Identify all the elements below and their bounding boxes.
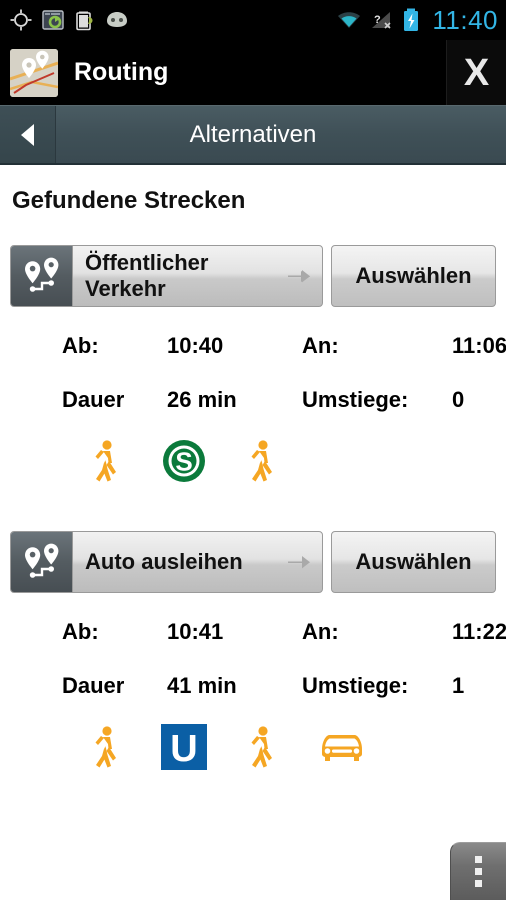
routing-map-icon (10, 48, 58, 97)
ubahn-icon: U (160, 723, 208, 771)
wifi-icon (338, 12, 361, 28)
svg-text:U: U (170, 728, 197, 770)
depart-label: Ab: (62, 619, 99, 644)
status-bar-left-icons (10, 9, 130, 31)
battery-leaf-icon (76, 11, 93, 31)
route-arrow-icon (286, 267, 322, 285)
page-title: Gefundene Strecken (12, 187, 246, 214)
app-bar: Routing X (0, 40, 506, 105)
select-button-1[interactable]: Auswählen (331, 245, 496, 307)
route-name-2: Auto ausleihen (85, 549, 243, 575)
navigation-bar: Alternativen (0, 105, 506, 165)
route-block-1: Öffentlicher Verkehr Auswählen Ab: 10:40… (10, 245, 506, 485)
sbahn-icon: S (160, 437, 208, 485)
route-block-2: Auto ausleihen Auswählen Ab: 10:41 An: 1… (10, 531, 506, 771)
transfers-label: Umstiege: (302, 387, 409, 412)
arrive-label: An: (302, 619, 339, 644)
cyanogenmod-icon (107, 12, 127, 27)
depart-value-2: 10:41 (167, 619, 224, 644)
overflow-menu-button[interactable] (450, 842, 506, 900)
gps-crosshair-icon (10, 9, 32, 31)
mode-row-1: S (10, 437, 496, 485)
duration-label: Dauer (62, 673, 125, 698)
route-button-2[interactable]: Auto ausleihen (10, 531, 323, 593)
svg-text:?: ? (374, 14, 381, 26)
arrive-value-2: 11:22 (452, 619, 506, 644)
route-button-1[interactable]: Öffentlicher Verkehr (10, 245, 323, 307)
transfers-label: Umstiege: (302, 673, 409, 698)
walk-icon (82, 437, 130, 485)
battery-charging-icon (404, 8, 419, 31)
route-details-2: Ab: 10:41 An: 11:22 Dauer 41 min Umstieg… (10, 619, 506, 699)
arrive-label: An: (302, 333, 339, 358)
route-header-2: Auto ausleihen Auswählen (10, 531, 496, 593)
menu-dot-icon (475, 880, 482, 887)
transfers-value-2: 1 (452, 673, 465, 698)
duration-value-2: 41 min (167, 673, 237, 698)
back-button[interactable] (0, 106, 56, 163)
app-title: Routing (74, 58, 169, 86)
walk-icon (82, 723, 130, 771)
close-button[interactable]: X (446, 40, 506, 105)
status-bar-right-icons: ? 11:40 (336, 5, 498, 36)
arrive-value-1: 11:06 (452, 333, 506, 358)
route-name-1: Öffentlicher Verkehr (85, 250, 209, 301)
route-arrow-icon (286, 553, 322, 571)
depart-label: Ab: (62, 333, 99, 358)
route-header-1: Öffentlicher Verkehr Auswählen (10, 245, 496, 307)
route-pins-icon (11, 246, 73, 306)
walk-icon (238, 437, 286, 485)
phone-screen: ? 11:40 Routing X Alternativen Gefundene… (0, 0, 506, 900)
duration-value-1: 26 min (167, 387, 237, 412)
walk-icon (238, 723, 286, 771)
car-icon (316, 723, 368, 771)
signal-unknown-icon: ? (372, 12, 391, 29)
back-triangle-icon (20, 123, 34, 146)
route-pins-icon (11, 532, 73, 592)
app-sync-icon (42, 10, 64, 30)
status-bar-clock: 11:40 (432, 4, 498, 35)
content-area: Gefundene Strecken Öffentlicher Verkehr … (0, 187, 506, 771)
menu-dot-icon (475, 868, 482, 875)
select-button-2[interactable]: Auswählen (331, 531, 496, 593)
status-bar: ? 11:40 (0, 0, 506, 40)
menu-dot-icon (475, 856, 482, 863)
route-details-1: Ab: 10:40 An: 11:06 Dauer 26 min Umstieg… (10, 333, 506, 413)
close-icon: X (463, 51, 490, 94)
duration-label: Dauer (62, 387, 125, 412)
nav-title: Alternativen (189, 120, 317, 148)
transfers-value-1: 0 (452, 387, 465, 412)
mode-row-2: U (10, 723, 496, 771)
svg-text:S: S (175, 447, 192, 477)
depart-value-1: 10:40 (167, 333, 224, 358)
